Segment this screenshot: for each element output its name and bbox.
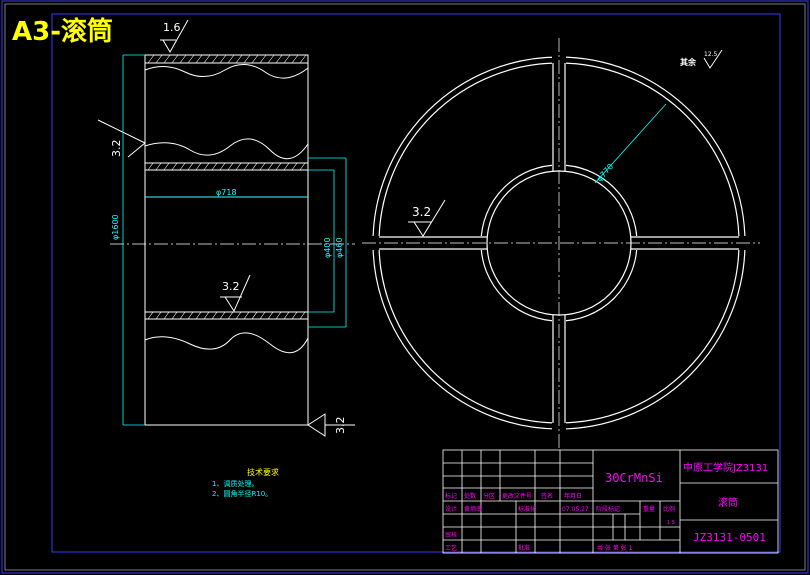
sheet-title: A3-滚筒 [12, 16, 113, 47]
roughness-right-mark [307, 413, 326, 437]
roughness-top-value: 1.6 [163, 21, 181, 34]
tech-heading: 技术要求 [247, 467, 279, 477]
tb-scale-label: 比例 [663, 505, 675, 513]
other-roughness-value: 12.5 [704, 51, 718, 58]
dim-outer-text: φ1600 [111, 214, 120, 240]
roughness-spoke-value: 3.2 [412, 205, 431, 219]
other-label: 其余 [680, 57, 697, 67]
tb-designer: 黄炳南 [464, 505, 482, 513]
tb-header-5: 年月日 [564, 492, 582, 500]
side-dimensions [122, 54, 347, 426]
lower-bore-band [144, 311, 309, 320]
tb-part-name: 滚筒 [718, 496, 738, 509]
roughness-bore-value: 3.2 [222, 280, 240, 293]
break-line-3 [144, 332, 309, 354]
tb-weight-label: 重量 [643, 505, 655, 513]
tb-header-4: 签名 [541, 492, 553, 500]
tb-row-headers: 标记 处数 分区 更改文件号 签名 年月日 [445, 492, 582, 500]
dim-inner2-text: φ460 [335, 237, 344, 258]
tb-header-2: 分区 [483, 492, 495, 500]
break-line-1 [144, 64, 309, 79]
tb-header-1: 处数 [464, 492, 476, 500]
tb-header-0: 标记 [445, 492, 457, 500]
tb-header-3: 更改文件号 [502, 492, 532, 500]
sheet-frame [4, 3, 806, 571]
tb-school: 中原工学院JZ3131 [683, 461, 768, 474]
roughness-left-value: 3.2 [110, 140, 123, 158]
break-line-2 [144, 138, 309, 160]
tb-scale-value: 1:5 [667, 520, 675, 526]
drawing-canvas: A3-滚筒 φ1600 φ718 φ400 φ460 1.6 3.2 3.2 3… [1, 0, 809, 574]
roughness-symbols-side [97, 19, 355, 437]
tb-drawing-no: JZ3131-0501 [693, 531, 766, 544]
upper-bore-band [144, 162, 309, 171]
tb-review-label: 审核 [445, 531, 457, 539]
side-view [144, 54, 309, 426]
tb-std-label: 标准化 [518, 505, 536, 513]
tb-date: 07.05.27 [562, 506, 589, 513]
tb-process-label: 工艺 [445, 544, 457, 552]
tb-design-label: 设计 [445, 505, 457, 513]
tb-material: 30CrMnSi [605, 471, 663, 485]
tb-sheets: 共 张 第 张 1 [597, 544, 633, 552]
tb-approve-label: 批准 [518, 544, 530, 552]
tb-stage-label: 阶段标记 [596, 505, 620, 513]
tech-item-1: 1、调质处理。 [212, 479, 258, 488]
roughness-right-value: 3.2 [334, 417, 347, 435]
dim-bore-text: φ718 [216, 188, 237, 197]
tech-item-2: 2、圆角半径R10。 [212, 489, 272, 498]
dim-inner1-text: φ400 [323, 237, 332, 258]
